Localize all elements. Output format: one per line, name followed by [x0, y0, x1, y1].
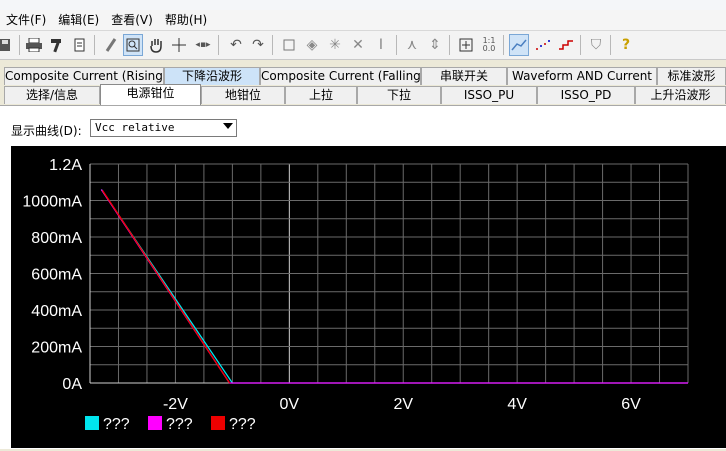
move-cross-icon[interactable] — [169, 34, 189, 56]
tab-rising-waveform[interactable]: 上升沿波形 — [635, 86, 726, 104]
scale-icon[interactable]: 1:1 0.0 — [479, 34, 499, 56]
curve-selector-value: Vcc relative — [95, 121, 175, 134]
legend-swatch-3 — [211, 416, 225, 430]
y-tick-label: 600mA — [31, 267, 82, 284]
star-icon[interactable]: ✳ — [325, 34, 345, 56]
tab-falling-waveform[interactable]: 下降沿波形 — [164, 67, 260, 85]
chart-area[interactable]: 0A 200mA 400mA 600mA 800mA 1000mA 1.2A -2V 0V 2V 4… — [11, 146, 726, 448]
pencil-icon[interactable] — [101, 34, 121, 56]
tab-series-switch[interactable]: 串联开关 — [421, 67, 507, 85]
y-tick-label: 0A — [62, 376, 82, 393]
tab-pulldown[interactable]: 下拉 — [357, 86, 441, 104]
save-icon[interactable] — [0, 34, 16, 56]
x-tick-label: 0V — [280, 396, 300, 413]
y-tick-label: 800mA — [31, 230, 82, 247]
fork-icon[interactable]: ⋏ — [402, 34, 422, 56]
zoom-icon[interactable] — [123, 34, 143, 56]
toolbar: ◂▪▸ ↶ ↷ ◈ ✳ ✕ Ⅰ ⋏ ⇕ 1:1 0.0 ⛉ ? — [0, 31, 726, 60]
toolbar-separator — [580, 35, 581, 55]
diamond-icon[interactable]: ◈ — [302, 34, 322, 56]
series-line-3 — [101, 190, 231, 384]
tab-isso-pd[interactable]: ISSO_PD — [537, 86, 635, 104]
tab-ground-clamp[interactable]: 地钳位 — [201, 86, 285, 104]
toolbar-separator — [503, 35, 504, 55]
step-plot-icon[interactable] — [556, 34, 576, 56]
curve-selector-label: 显示曲线(D): — [11, 124, 82, 138]
dot-plot-icon[interactable] — [533, 34, 553, 56]
toolbar-separator — [449, 35, 450, 55]
document-icon[interactable] — [70, 34, 90, 56]
x-tick-label: 2V — [393, 396, 413, 413]
y-tick-label: 200mA — [31, 340, 82, 357]
toolbar-separator — [396, 35, 397, 55]
chevron-down-icon — [223, 123, 233, 129]
hammer-icon[interactable] — [47, 34, 67, 56]
x-tick-label: 4V — [507, 396, 527, 413]
menu-file[interactable]: 文件(F) — [0, 10, 52, 30]
y-tick-label: 1.2A — [49, 157, 82, 174]
menu-view[interactable]: 查看(V) — [105, 10, 159, 30]
tab-row-2: 选择/信息 电源钳位 地钳位 上拉 下拉 ISSO_PU ISSO_PD 上升沿… — [0, 84, 726, 105]
help-icon[interactable]: ? — [616, 34, 636, 56]
tab-select-info[interactable]: 选择/信息 — [4, 86, 100, 104]
box-icon[interactable] — [279, 34, 299, 56]
legend-swatch-1 — [85, 416, 99, 430]
pan-hand-icon[interactable] — [146, 34, 166, 56]
x-cross-icon[interactable]: ✕ — [348, 34, 368, 56]
fit-icon[interactable] — [456, 34, 476, 56]
legend-label-1: ??? — [103, 416, 130, 433]
toolbar-separator — [19, 35, 20, 55]
toolbar-separator — [272, 35, 273, 55]
stretch-icon[interactable]: ◂▪▸ — [193, 34, 213, 56]
tab-composite-current-rising[interactable]: Composite Current (Rising) — [4, 67, 164, 85]
x-tick-label: 6V — [621, 396, 641, 413]
shield-icon[interactable]: ⛉ — [586, 34, 606, 56]
menu-edit[interactable]: 编辑(E) — [52, 10, 105, 30]
toolbar-separator — [218, 35, 219, 55]
tab-waveform-and-current[interactable]: Waveform AND Current — [507, 67, 657, 85]
redo-icon[interactable]: ↷ — [248, 34, 268, 56]
tab-standard-waveform[interactable]: 标准波形 — [657, 67, 726, 85]
line-plot-icon[interactable] — [509, 34, 529, 56]
menu-help[interactable]: 帮助(H) — [159, 10, 213, 30]
tab-composite-current-falling[interactable]: Composite Current (Falling) — [260, 67, 421, 85]
undo-icon[interactable]: ↶ — [226, 34, 246, 56]
iv-chart: 0A 200mA 400mA 600mA 800mA 1000mA 1.2A -2V 0V 2V 4… — [22, 157, 689, 433]
toolbar-separator — [94, 35, 95, 55]
up-down-icon[interactable]: ⇕ — [425, 34, 445, 56]
legend-label-3: ??? — [229, 416, 256, 433]
menu-bar: 文件(F) 编辑(E) 查看(V) 帮助(H) — [0, 10, 726, 31]
tab-power-clamp[interactable]: 电源钳位 — [100, 84, 201, 105]
text-cursor-icon[interactable]: Ⅰ — [371, 34, 391, 56]
x-tick-label: -2V — [163, 396, 188, 413]
y-tick-label: 1000mA — [22, 194, 82, 211]
y-tick-label: 400mA — [31, 303, 82, 320]
tab-isso-pu[interactable]: ISSO_PU — [441, 86, 537, 104]
curve-selector-dropdown[interactable]: Vcc relative — [90, 119, 237, 137]
print-icon[interactable] — [24, 34, 44, 56]
tab-pullup[interactable]: 上拉 — [285, 86, 357, 104]
toolbar-separator — [610, 35, 611, 55]
legend-swatch-2 — [148, 416, 162, 430]
legend-label-2: ??? — [166, 416, 193, 433]
title-bar — [0, 0, 726, 10]
